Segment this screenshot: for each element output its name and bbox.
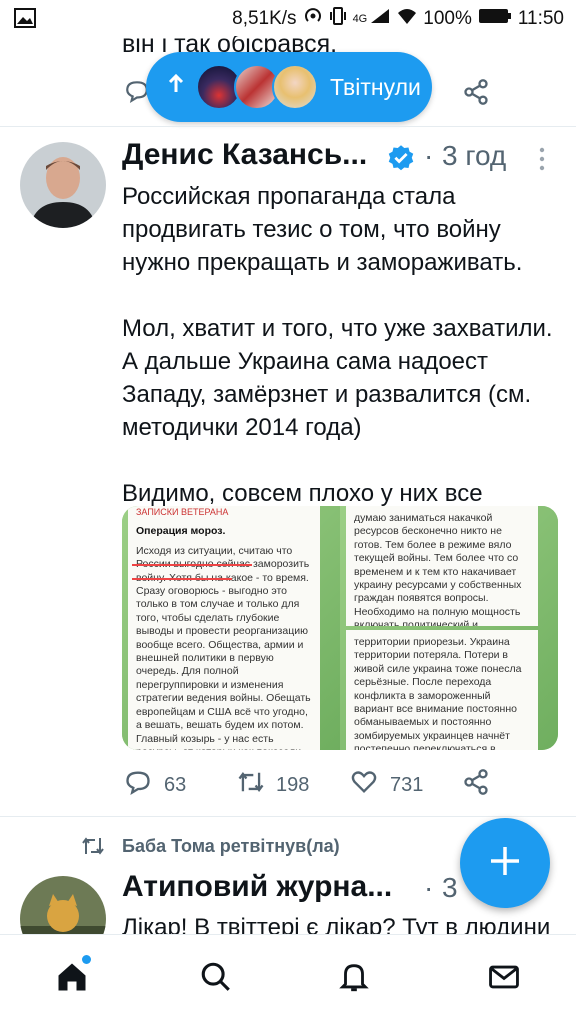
compose-tweet-button[interactable] — [460, 818, 550, 908]
heart-icon — [350, 768, 378, 802]
nav-notifications[interactable] — [334, 959, 374, 999]
tweet-time[interactable]: 3 — [442, 872, 458, 904]
vibrate-icon — [329, 6, 347, 32]
more-options-icon[interactable] — [536, 146, 548, 177]
reply-button[interactable]: 63 — [124, 768, 186, 802]
timeline-feed[interactable]: він і так обісрався. Твітнули Денис Каза… — [0, 36, 576, 934]
media-text-card: ЗАПИСКИ ВЕТЕРАНА Операция мороз. Исходя … — [128, 506, 320, 750]
retweet-icon — [236, 768, 266, 802]
media-header: ЗАПИСКИ ВЕТЕРАНА — [136, 507, 229, 517]
new-tweets-pill[interactable]: Твітнули — [146, 52, 432, 122]
nav-messages[interactable] — [484, 959, 524, 999]
tweet-separator: · — [424, 140, 434, 171]
tweet-text: Российская пропаганда стала продвигать т… — [122, 180, 562, 543]
battery-icon — [478, 8, 512, 30]
mail-icon — [487, 960, 521, 999]
tweet-paragraph: Мол, хватит и того, что уже захватили. А… — [122, 315, 553, 441]
tweet-time[interactable]: 3 год — [442, 140, 506, 172]
pill-avatars — [196, 64, 318, 110]
nav-search[interactable] — [196, 959, 236, 999]
reply-icon — [124, 768, 152, 802]
avatar[interactable] — [20, 876, 106, 934]
bell-icon — [337, 960, 371, 999]
red-underline — [132, 564, 252, 566]
divider — [0, 816, 576, 817]
tweet-author-name[interactable]: Денис Казансь... — [122, 138, 367, 172]
avatar[interactable] — [20, 142, 106, 228]
reply-count: 63 — [164, 773, 187, 796]
like-button[interactable]: 731 — [350, 768, 423, 802]
share-button[interactable] — [462, 768, 490, 802]
network-speed: 8,51K/s — [232, 8, 297, 29]
battery-percent: 100% — [423, 8, 472, 29]
retweet-indicator-icon — [80, 834, 106, 863]
nav-home[interactable] — [52, 955, 92, 1000]
new-tweets-label: Твітнули — [330, 73, 421, 100]
wifi-icon — [397, 7, 417, 31]
tweet-author-name[interactable]: Атиповий журна... — [122, 870, 392, 904]
media-title: Операция мороз. — [136, 525, 226, 538]
media-text-card: думаю заниматься накачкой ресурсов беско… — [346, 506, 538, 626]
media-text: Исходя из ситуации, считаю что России вы… — [136, 544, 311, 750]
like-count: 731 — [390, 773, 424, 796]
gallery-notification-icon — [14, 8, 36, 34]
home-icon — [54, 959, 90, 1000]
media-panel-right: думаю заниматься накачкой ресурсов беско… — [340, 506, 558, 750]
tweet-separator: · — [424, 872, 434, 903]
media-panel-left: ЗАПИСКИ ВЕТЕРАНА Операция мороз. Исходя … — [122, 506, 340, 750]
previous-share-button[interactable] — [462, 78, 490, 112]
share-icon — [462, 768, 490, 802]
verified-badge-icon — [386, 144, 416, 179]
hotspot-icon — [303, 6, 323, 32]
share-icon[interactable] — [462, 78, 490, 112]
tweet-paragraph: Российская пропаганда стала продвигать т… — [122, 183, 523, 276]
retweet-button[interactable]: 198 — [236, 768, 309, 802]
divider — [0, 126, 576, 127]
status-bar: 8,51K/s 4G 100% 11:50 — [0, 0, 576, 36]
retweet-note[interactable]: Баба Тома ретвітнув(ла) — [122, 836, 340, 857]
clock: 11:50 — [517, 8, 564, 29]
red-underline — [132, 578, 232, 580]
tweet-text: Лікар! В твіттері є лікар? Тут в людини — [122, 914, 551, 934]
bottom-navigation — [0, 934, 576, 1025]
signal-icon — [369, 7, 391, 31]
media-text-card: территории приорезьи. Украина территории… — [346, 630, 538, 750]
media-text: думаю заниматься накачкой ресурсов беско… — [354, 512, 522, 626]
retweet-count: 198 — [276, 773, 310, 796]
network-type: 4G — [352, 13, 368, 25]
tweet-media-image[interactable]: ЗАПИСКИ ВЕТЕРАНА Операция мороз. Исходя … — [122, 506, 558, 750]
unread-dot — [82, 955, 91, 964]
search-icon — [199, 960, 233, 999]
arrow-up-icon — [168, 73, 184, 100]
media-text: территории приорезьи. Украина территории… — [354, 636, 522, 750]
plus-icon — [488, 844, 522, 883]
avatar — [272, 64, 318, 110]
